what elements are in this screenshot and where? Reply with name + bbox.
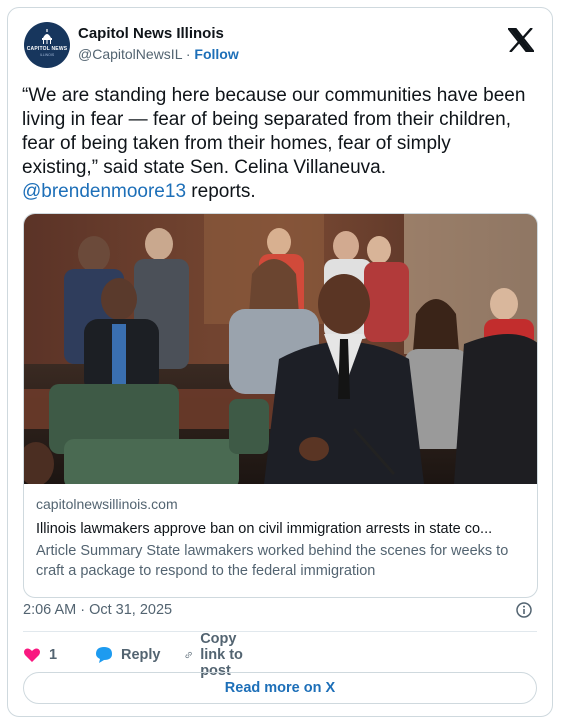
post-body: “We are standing here because our commun… xyxy=(22,85,526,178)
link-meta: capitolnewsillinois.com Illinois lawmake… xyxy=(36,496,526,581)
link-description: Article Summary State lawmakers worked b… xyxy=(36,543,509,579)
copy-link-button[interactable]: Copy link to post xyxy=(185,631,247,679)
capitol-dome-icon xyxy=(42,29,52,44)
like-button[interactable]: 1 xyxy=(23,644,57,666)
link-icon xyxy=(185,651,192,659)
mention-link[interactable]: @brendenmoore13 xyxy=(22,181,186,202)
follow-button[interactable]: Follow xyxy=(194,46,238,62)
account-handle[interactable]: @CapitolNewsIL xyxy=(78,46,182,62)
post-header: CAPITOL NEWS ILLINOIS Capitol News Illin… xyxy=(24,22,536,68)
account-name[interactable]: Capitol News Illinois xyxy=(78,25,224,42)
heart-icon xyxy=(24,648,40,662)
x-logo-icon[interactable] xyxy=(508,28,534,52)
divider xyxy=(23,631,537,632)
link-preview-card[interactable]: capitolnewsillinois.com Illinois lawmake… xyxy=(23,213,538,598)
handle-row: @CapitolNewsIL · Follow xyxy=(78,46,239,62)
avatar-logo-subtext: ILLINOIS xyxy=(39,53,55,57)
like-count: 1 xyxy=(49,647,58,663)
info-icon[interactable] xyxy=(516,602,532,618)
read-more-button[interactable]: Read more on X xyxy=(23,672,537,704)
embedded-post-card: CAPITOL NEWS ILLINOIS Capitol News Illin… xyxy=(7,7,553,717)
post-text: “We are standing here because our commun… xyxy=(22,84,532,204)
post-timestamp[interactable]: 2:06 AM · Oct 31, 2025 xyxy=(23,602,172,618)
avatar-logo-text: CAPITOL NEWS xyxy=(26,46,68,52)
link-title[interactable]: Illinois lawmakers approve ban on civil … xyxy=(36,521,526,537)
separator-dot: · xyxy=(185,46,191,62)
reply-bubble-icon xyxy=(96,647,112,663)
post-body-end: reports. xyxy=(186,181,256,202)
reply-button[interactable]: Reply xyxy=(95,644,161,666)
reply-label: Reply xyxy=(121,647,161,663)
article-photo xyxy=(24,214,537,484)
avatar[interactable]: CAPITOL NEWS ILLINOIS xyxy=(24,22,70,68)
link-domain: capitolnewsillinois.com xyxy=(36,496,178,512)
